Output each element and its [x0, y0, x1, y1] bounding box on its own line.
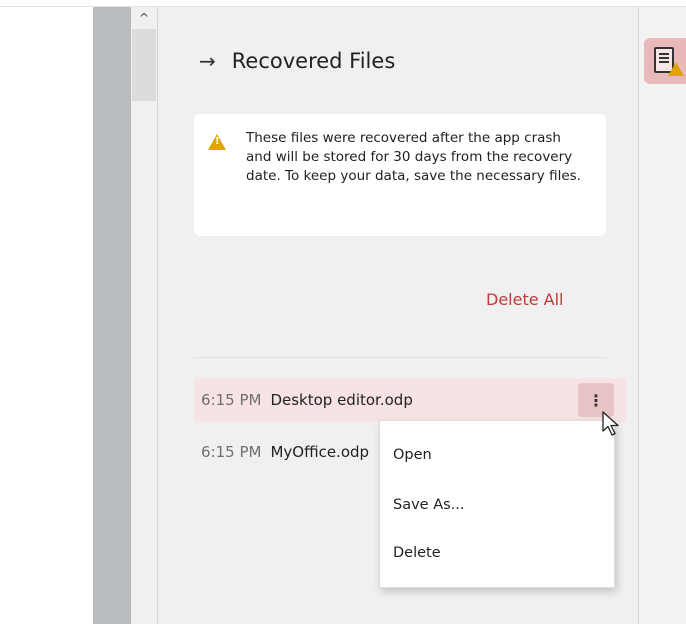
scroll-up-button[interactable]: ^	[131, 7, 157, 29]
top-border	[0, 0, 686, 7]
kebab-menu-icon: ⋮	[588, 390, 604, 410]
side-toolbar	[639, 7, 686, 624]
document-gutter	[93, 7, 131, 624]
file-name: Desktop editor.odp	[270, 391, 413, 409]
recovery-notice: These files were recovered after the app…	[194, 114, 606, 236]
panel-title: Recovered Files	[231, 49, 396, 73]
document-canvas-left	[0, 7, 93, 624]
chevron-up-icon: ^	[138, 11, 150, 25]
menu-item-save-as[interactable]: Save As...	[393, 497, 465, 513]
warning-icon	[668, 62, 684, 76]
warning-icon	[208, 134, 226, 150]
arrow-right-icon[interactable]: →	[199, 49, 216, 73]
file-time: 6:15 PM	[201, 443, 262, 461]
file-row[interactable]: 6:15 PM Desktop editor.odp	[194, 378, 626, 422]
scrollbar-thumb[interactable]	[132, 29, 156, 101]
notice-text: These files were recovered after the app…	[246, 130, 581, 184]
recovered-files-toggle-button[interactable]	[644, 38, 686, 84]
menu-item-delete[interactable]: Delete	[393, 545, 441, 561]
panel-header: → Recovered Files	[199, 49, 395, 73]
context-menu: Open Save As... Delete	[379, 420, 615, 588]
delete-all-button[interactable]: Delete All	[486, 290, 564, 309]
divider	[194, 357, 606, 358]
menu-item-open[interactable]: Open	[393, 447, 432, 463]
vertical-scrollbar[interactable]: ^	[131, 7, 158, 624]
file-name: MyOffice.odp	[270, 443, 370, 461]
file-time: 6:15 PM	[201, 391, 262, 409]
